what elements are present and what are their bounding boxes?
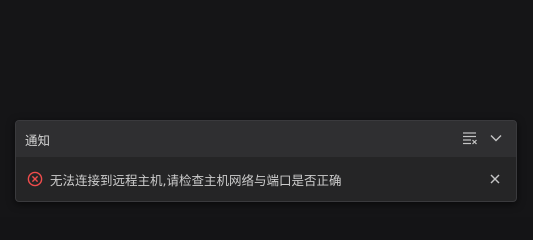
notification-message: 无法连接到远程主机,请检查主机网络与端口是否正确 bbox=[50, 172, 342, 188]
chevron-down-icon bbox=[489, 130, 503, 149]
clear-all-icon bbox=[462, 130, 478, 149]
notifications-panel: 通知 无法连接到远程主机,请检查主机网络与端口是否正确 bbox=[15, 120, 517, 202]
close-icon bbox=[489, 170, 501, 189]
close-notification-button[interactable] bbox=[484, 168, 506, 190]
collapse-button[interactable] bbox=[485, 128, 507, 150]
clear-all-button[interactable] bbox=[459, 128, 481, 150]
editor-background: 通知 无法连接到远程主机,请检查主机网络与端口是否正确 bbox=[0, 0, 533, 217]
notifications-title: 通知 bbox=[25, 132, 51, 148]
error-icon bbox=[26, 170, 44, 188]
notification-item[interactable]: 无法连接到远程主机,请检查主机网络与端口是否正确 bbox=[16, 157, 516, 201]
notifications-header: 通知 bbox=[16, 121, 516, 157]
